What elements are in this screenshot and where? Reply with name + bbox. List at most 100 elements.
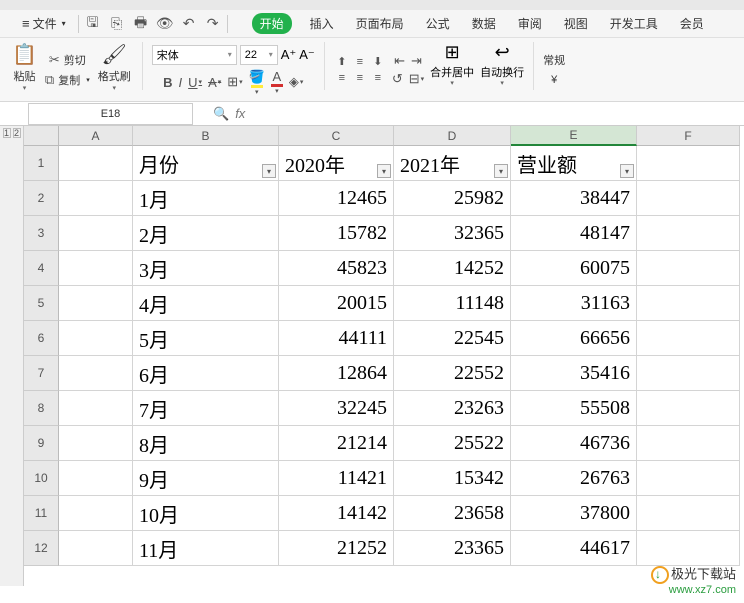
cell-C9[interactable]: 21214 (279, 426, 394, 461)
cell-A12[interactable] (59, 531, 133, 566)
select-all-corner[interactable] (24, 126, 59, 146)
tab-data[interactable]: 数据 (468, 12, 500, 35)
cell-A6[interactable] (59, 321, 133, 356)
cell-E9[interactable]: 46736 (511, 426, 637, 461)
cell-D2[interactable]: 25982 (394, 181, 511, 216)
cell-D10[interactable]: 15342 (394, 461, 511, 496)
orientation-icon[interactable]: ↺ (392, 71, 403, 87)
cell-E4[interactable]: 60075 (511, 251, 637, 286)
cell-E10[interactable]: 26763 (511, 461, 637, 496)
cell-B7[interactable]: 6月 (133, 356, 279, 391)
cell-F1[interactable] (637, 146, 740, 181)
print-icon[interactable]: 🖶 (133, 16, 149, 32)
tab-review[interactable]: 审阅 (514, 12, 546, 35)
cell-A8[interactable] (59, 391, 133, 426)
bold-button[interactable]: B (163, 75, 172, 90)
cell-E12[interactable]: 44617 (511, 531, 637, 566)
fx-icon[interactable]: fx (235, 106, 245, 121)
cell-A10[interactable] (59, 461, 133, 496)
filter-arrow-icon[interactable]: ▾ (262, 164, 276, 178)
cell-E2[interactable]: 38447 (511, 181, 637, 216)
cell-D3[interactable]: 32365 (394, 216, 511, 251)
cell-E1[interactable]: 营业额▾ (511, 146, 637, 181)
cell-C1[interactable]: 2020年▾ (279, 146, 394, 181)
wrap-text-button[interactable]: ↩ 自动换行 (480, 42, 524, 87)
row-header-4[interactable]: 4 (24, 251, 59, 286)
tab-formulas[interactable]: 公式 (422, 12, 454, 35)
cell-D4[interactable]: 14252 (394, 251, 511, 286)
print-preview-icon[interactable]: 👁 (157, 16, 173, 32)
cell-C11[interactable]: 14142 (279, 496, 394, 531)
cell-E3[interactable]: 48147 (511, 216, 637, 251)
row-header-11[interactable]: 11 (24, 496, 59, 531)
cell-B4[interactable]: 3月 (133, 251, 279, 286)
style-button[interactable]: ◈ (289, 74, 304, 90)
row-header-1[interactable]: 1 (24, 146, 59, 181)
align-bottom-icon[interactable]: ⬇ (370, 55, 386, 69)
tab-view[interactable]: 视图 (560, 12, 592, 35)
cell-A2[interactable] (59, 181, 133, 216)
cell-C7[interactable]: 12864 (279, 356, 394, 391)
column-header-B[interactable]: B (133, 126, 279, 146)
cell-C3[interactable]: 15782 (279, 216, 394, 251)
cell-A3[interactable] (59, 216, 133, 251)
tab-start[interactable]: 开始 (252, 13, 292, 34)
text-direction-icon[interactable]: ⊟ (409, 71, 424, 87)
cell-C10[interactable]: 11421 (279, 461, 394, 496)
column-header-F[interactable]: F (637, 126, 740, 146)
align-left-icon[interactable]: ≡ (334, 71, 350, 85)
zoom-formula-icon[interactable]: 🔍 (213, 106, 229, 122)
tab-developer[interactable]: 开发工具 (606, 12, 662, 35)
row-header-2[interactable]: 2 (24, 181, 59, 216)
row-header-3[interactable]: 3 (24, 216, 59, 251)
cell-E7[interactable]: 35416 (511, 356, 637, 391)
cell-B12[interactable]: 11月 (133, 531, 279, 566)
cell-D9[interactable]: 25522 (394, 426, 511, 461)
filter-arrow-icon[interactable]: ▾ (494, 164, 508, 178)
cell-F11[interactable] (637, 496, 740, 531)
cell-C8[interactable]: 32245 (279, 391, 394, 426)
cell-F9[interactable] (637, 426, 740, 461)
redo-icon[interactable]: ↷ (205, 16, 221, 32)
cell-B1[interactable]: 月份▾ (133, 146, 279, 181)
filter-arrow-icon[interactable]: ▾ (377, 164, 391, 178)
cell-F2[interactable] (637, 181, 740, 216)
copy-button[interactable]: ⧉复制▾ (45, 71, 90, 89)
align-top-icon[interactable]: ⬆ (334, 55, 350, 69)
column-header-E[interactable]: E (511, 126, 637, 146)
cell-A11[interactable] (59, 496, 133, 531)
tab-member[interactable]: 会员 (676, 12, 708, 35)
align-middle-icon[interactable]: ≡ (352, 55, 368, 69)
cell-F3[interactable] (637, 216, 740, 251)
tab-insert[interactable]: 插入 (306, 12, 338, 35)
cell-D7[interactable]: 22552 (394, 356, 511, 391)
currency-icon[interactable]: ¥ (551, 74, 557, 86)
cell-B10[interactable]: 9月 (133, 461, 279, 496)
border-button[interactable]: ⊞ (227, 74, 242, 90)
cell-A4[interactable] (59, 251, 133, 286)
save-as-icon[interactable]: ⎘ (109, 16, 125, 32)
cell-E8[interactable]: 55508 (511, 391, 637, 426)
increase-font-icon[interactable]: A⁺ (281, 47, 297, 63)
cell-D6[interactable]: 22545 (394, 321, 511, 356)
cell-B8[interactable]: 7月 (133, 391, 279, 426)
cell-C2[interactable]: 12465 (279, 181, 394, 216)
cell-D1[interactable]: 2021年▾ (394, 146, 511, 181)
name-box[interactable]: E18 (28, 103, 193, 125)
cell-C6[interactable]: 44111 (279, 321, 394, 356)
cell-A7[interactable] (59, 356, 133, 391)
cut-button[interactable]: ✂剪切 (49, 51, 86, 69)
column-header-C[interactable]: C (279, 126, 394, 146)
decrease-font-icon[interactable]: A⁻ (299, 47, 315, 63)
row-header-9[interactable]: 9 (24, 426, 59, 461)
cell-D5[interactable]: 11148 (394, 286, 511, 321)
format-painter-button[interactable]: 🖌 格式刷 (96, 42, 133, 92)
cell-C5[interactable]: 20015 (279, 286, 394, 321)
align-right-icon[interactable]: ≡ (370, 71, 386, 85)
underline-button[interactable]: U (188, 75, 202, 90)
cell-F4[interactable] (637, 251, 740, 286)
font-color-button[interactable]: A▾ (271, 69, 283, 95)
font-name-select[interactable]: 宋体 (152, 45, 237, 65)
filter-arrow-icon[interactable]: ▾ (620, 164, 634, 178)
align-center-icon[interactable]: ≡ (352, 71, 368, 85)
